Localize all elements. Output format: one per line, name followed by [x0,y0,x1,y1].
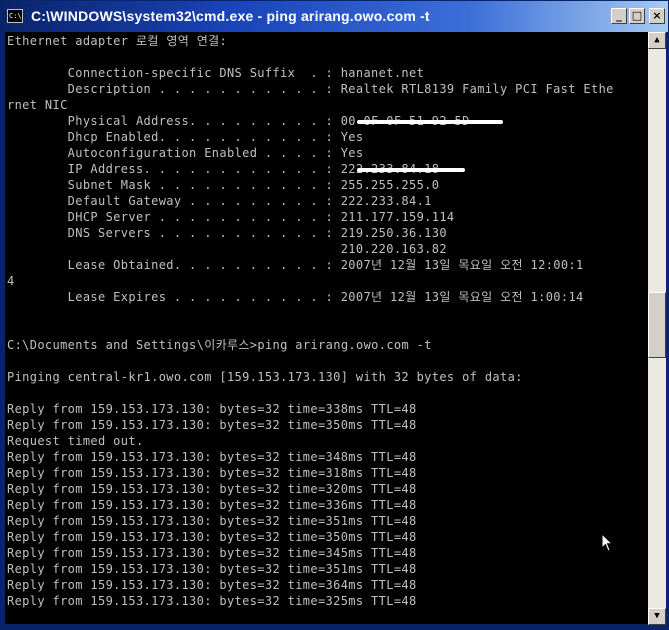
console-line: DHCP Server . . . . . . . . . . . : 211.… [7,210,455,224]
mouse-pointer-icon [601,533,614,552]
console-line: 210.220.163.82 [7,242,447,256]
console-line: Dhcp Enabled. . . . . . . . . . . : Yes [7,130,364,144]
vertical-scrollbar[interactable]: ▲ ▼ [648,32,666,625]
console-line: DNS Servers . . . . . . . . . . . : 219.… [7,226,447,240]
console-line: Request timed out. [7,434,144,448]
console-line: Ethernet adapter 로컬 영역 연결: [7,34,228,48]
close-button[interactable]: × [649,8,665,24]
console-line: Reply from 159.153.173.130: bytes=32 tim… [7,402,417,416]
cmd-window: C:\ C:\WINDOWS\system32\cmd.exe - ping a… [0,0,669,630]
minimize-button[interactable]: _ [611,8,627,24]
console-line: Reply from 159.153.173.130: bytes=32 tim… [7,450,417,464]
console-line: Lease Expires . . . . . . . . . . : 2007… [7,290,584,304]
console-line: Reply from 159.153.173.130: bytes=32 tim… [7,546,417,560]
console-line: Reply from 159.153.173.130: bytes=32 tim… [7,466,417,480]
console-line: Reply from 159.153.173.130: bytes=32 tim… [7,578,417,592]
console-line: Reply from 159.153.173.130: bytes=32 tim… [7,594,417,608]
redaction-mark [357,168,465,172]
title-bar[interactable]: C:\ C:\WINDOWS\system32\cmd.exe - ping a… [1,1,668,32]
console-line: Pinging central-kr1.owo.com [159.153.173… [7,370,523,384]
console-output[interactable]: Ethernet adapter 로컬 영역 연결: Connection-sp… [5,32,648,624]
console-line: Reply from 159.153.173.130: bytes=32 tim… [7,562,417,576]
scroll-thumb[interactable] [648,292,666,358]
console-line: Reply from 159.153.173.130: bytes=32 tim… [7,498,417,512]
window-title: C:\WINDOWS\system32\cmd.exe - ping arira… [31,8,430,24]
scroll-up-button[interactable]: ▲ [648,32,666,49]
console-line: Subnet Mask . . . . . . . . . . . : 255.… [7,178,440,192]
console-line: Reply from 159.153.173.130: bytes=32 tim… [7,530,417,544]
console-line: C:\Documents and Settings\이카루스>ping arir… [7,338,432,352]
console-line: Reply from 159.153.173.130: bytes=32 tim… [7,482,417,496]
redaction-mark [357,120,503,124]
console-line: 4 [7,274,15,288]
console-line: Reply from 159.153.173.130: bytes=32 tim… [7,514,417,528]
console-line: Default Gateway . . . . . . . . . : 222.… [7,194,432,208]
console-line: Lease Obtained. . . . . . . . . . : 2007… [7,258,584,272]
console-line: Description . . . . . . . . . . . : Real… [7,82,614,96]
console-line: rnet NIC [7,98,68,112]
console-line: Reply from 159.153.173.130: bytes=32 tim… [7,418,417,432]
console-app-icon[interactable]: C:\ [7,9,23,23]
maximize-button[interactable]: □ [629,8,645,24]
console-line: Connection-specific DNS Suffix . : hanan… [7,66,425,80]
scroll-down-button[interactable]: ▼ [648,608,666,625]
console-line: Autoconfiguration Enabled . . . . : Yes [7,146,364,160]
